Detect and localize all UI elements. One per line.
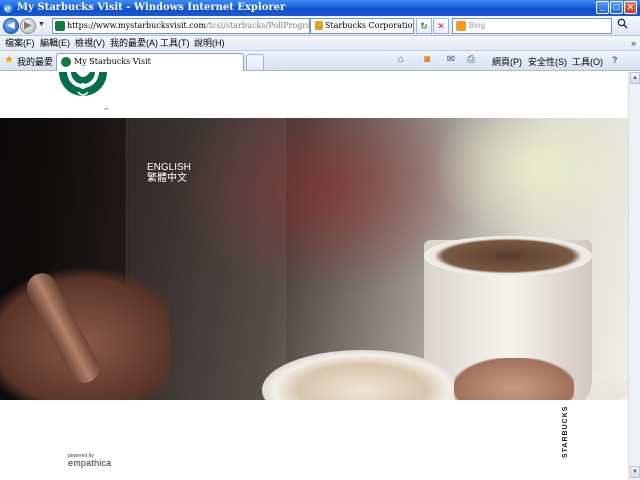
- bing-icon: [456, 21, 466, 31]
- help-icon[interactable]: ?: [612, 55, 618, 65]
- rss-icon[interactable]: ◙: [420, 54, 434, 66]
- scroll-down-icon[interactable]: ▼: [630, 466, 640, 478]
- stop-button[interactable]: ✕: [433, 18, 449, 34]
- menu-favorites[interactable]: 我的最愛(A): [110, 36, 158, 51]
- starbucks-wordmark: STARBUCKS: [562, 405, 569, 459]
- new-tab-button[interactable]: [246, 54, 264, 70]
- menu-bar: 檔案(F) 編輯(E) 檢視(V) 我的最愛(A) 工具(T) 說明(H) »: [0, 36, 640, 51]
- forward-arrow-icon: ▶: [24, 20, 32, 31]
- search-button[interactable]: [614, 18, 630, 34]
- refresh-button[interactable]: ↻: [416, 18, 432, 34]
- menu-edit[interactable]: 編輯(E): [40, 36, 70, 51]
- security-identity-button[interactable]: Starbucks Corporation [US]: [310, 18, 414, 34]
- close-button[interactable]: ✕: [624, 1, 637, 14]
- favorites-button[interactable]: 我的最愛: [17, 55, 53, 68]
- history-dropdown-icon[interactable]: ▼: [38, 21, 45, 28]
- minimize-button[interactable]: _: [596, 1, 609, 14]
- svg-text:TM: TM: [103, 107, 109, 111]
- back-button[interactable]: ◀: [3, 18, 19, 34]
- search-icon: [617, 18, 628, 29]
- site-favicon-icon: [55, 21, 65, 31]
- forward-button[interactable]: ▶: [20, 18, 36, 34]
- hero-image: [0, 118, 628, 400]
- home-icon[interactable]: ⌂: [394, 54, 408, 66]
- page-viewport: TM ENGLISH 繁體中文 STARBUCKS powered by emp…: [0, 72, 628, 480]
- starbucks-favicon-icon: [61, 57, 71, 67]
- starbucks-logo: TM: [59, 72, 109, 111]
- star-icon[interactable]: ★: [4, 55, 14, 66]
- mail-icon[interactable]: ✉: [444, 54, 458, 66]
- language-selector: ENGLISH 繁體中文: [147, 162, 191, 184]
- address-toolbar: ◀ ▶ ▼ https://www.mystarbucksvisit.com/t…: [0, 16, 640, 36]
- tab-my-starbucks-visit[interactable]: My Starbucks Visit: [56, 53, 244, 71]
- window-title: My Starbucks Visit - Windows Internet Ex…: [17, 2, 286, 13]
- search-placeholder: Bing: [469, 21, 486, 30]
- vertical-scrollbar[interactable]: ▲ ▼: [628, 72, 640, 480]
- svg-text:e: e: [5, 4, 11, 15]
- address-input[interactable]: https://www.mystarbucksvisit.com/tcsi/st…: [52, 18, 310, 34]
- printer-icon[interactable]: ⎙: [464, 54, 478, 66]
- refresh-icon: ↻: [420, 21, 428, 31]
- window-title-bar[interactable]: e My Starbucks Visit - Windows Internet …: [0, 0, 640, 16]
- url-host: https://www.mystarbucksvisit.com: [67, 21, 207, 30]
- favorites-bar: ★ 我的最愛 My Starbucks Visit ⌂ ◙ ✉ ⎙ 網頁(P) …: [0, 51, 640, 71]
- menu-help[interactable]: 說明(H): [194, 36, 225, 51]
- menu-overflow-icon[interactable]: »: [631, 36, 636, 51]
- page-menu[interactable]: 網頁(P): [492, 55, 522, 68]
- maximize-button[interactable]: □: [610, 1, 623, 14]
- tools-menu[interactable]: 工具(O): [572, 55, 603, 68]
- stop-icon: ✕: [437, 21, 445, 31]
- safety-menu[interactable]: 安全性(S): [528, 55, 567, 68]
- url-path: /tcsi/starbucks/PollProgramSurveyRouting…: [206, 21, 310, 30]
- internet-explorer-icon: e: [3, 3, 13, 15]
- empathica-logo: empathica: [68, 458, 112, 468]
- search-input[interactable]: Bing: [452, 18, 612, 34]
- language-traditional-chinese-link[interactable]: 繁體中文: [147, 173, 191, 184]
- menu-file[interactable]: 檔案(F): [5, 36, 35, 51]
- language-english-link[interactable]: ENGLISH: [147, 162, 191, 173]
- tab-title: My Starbucks Visit: [74, 57, 151, 66]
- lock-icon: [315, 21, 323, 30]
- menu-tools[interactable]: 工具(T): [160, 36, 190, 51]
- scroll-up-icon[interactable]: ▲: [630, 72, 640, 84]
- menu-view[interactable]: 檢視(V): [75, 36, 105, 51]
- security-identity-label: Starbucks Corporation [US]: [325, 21, 414, 30]
- back-arrow-icon: ◀: [7, 20, 15, 31]
